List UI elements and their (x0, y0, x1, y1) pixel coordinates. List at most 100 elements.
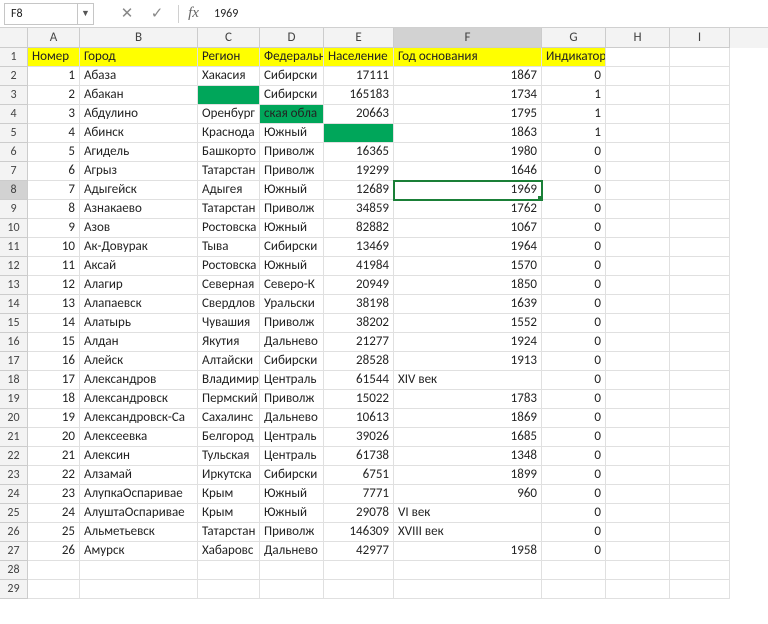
cell[interactable]: Алексеевка (80, 428, 198, 447)
cell[interactable]: 5 (28, 143, 80, 162)
cell[interactable]: 17 (28, 371, 80, 390)
cell[interactable]: Адыгея (198, 181, 260, 200)
cell[interactable]: 4 (28, 124, 80, 143)
cell[interactable]: Приволж (260, 200, 324, 219)
cell[interactable]: Абинск (80, 124, 198, 143)
cell[interactable]: 6751 (324, 466, 394, 485)
cell[interactable] (606, 428, 670, 447)
cell[interactable] (670, 238, 730, 257)
cell[interactable]: Белгород (198, 428, 260, 447)
row-header-27[interactable]: 27 (0, 542, 28, 561)
cell[interactable]: Тыва (198, 238, 260, 257)
col-header-B[interactable]: B (80, 28, 198, 48)
cell[interactable]: Александровск-Са (80, 409, 198, 428)
cell[interactable]: 10 (28, 238, 80, 257)
cell[interactable]: 15022 (324, 390, 394, 409)
cell[interactable]: 82882 (324, 219, 394, 238)
cell[interactable] (606, 466, 670, 485)
header-cell[interactable] (606, 48, 670, 67)
row-header-4[interactable]: 4 (0, 105, 28, 124)
cell[interactable] (606, 314, 670, 333)
cell[interactable]: Свердлов (198, 295, 260, 314)
cell[interactable]: 1850 (394, 276, 542, 295)
row-header-15[interactable]: 15 (0, 314, 28, 333)
cell[interactable]: 7 (28, 181, 80, 200)
cell[interactable] (606, 352, 670, 371)
cell[interactable] (606, 67, 670, 86)
cancel-formula-icon[interactable]: ✕ (118, 5, 136, 23)
cell[interactable] (670, 580, 730, 599)
cell[interactable]: 22 (28, 466, 80, 485)
cell[interactable]: 0 (542, 314, 606, 333)
cell[interactable]: Адыгейск (80, 181, 198, 200)
cell[interactable]: 0 (542, 542, 606, 561)
cell[interactable]: 0 (542, 143, 606, 162)
cell[interactable]: АлуштаОспаривае (80, 504, 198, 523)
cell[interactable]: 1639 (394, 295, 542, 314)
fx-icon[interactable]: fx (178, 5, 196, 23)
cell[interactable]: Александровск (80, 390, 198, 409)
cell[interactable]: Татарстан (198, 523, 260, 542)
cell[interactable] (324, 561, 394, 580)
cell[interactable]: 38198 (324, 295, 394, 314)
cell[interactable]: 0 (542, 523, 606, 542)
cell[interactable]: 19 (28, 409, 80, 428)
cell[interactable]: 1 (542, 86, 606, 105)
col-header-H[interactable]: H (606, 28, 670, 48)
cell[interactable]: 1 (542, 124, 606, 143)
cell[interactable]: Ак-Довурак (80, 238, 198, 257)
cell[interactable] (606, 219, 670, 238)
cell[interactable]: Амурск (80, 542, 198, 561)
row-header-29[interactable]: 29 (0, 580, 28, 599)
cell[interactable]: Уральски (260, 295, 324, 314)
row-header-10[interactable]: 10 (0, 219, 28, 238)
header-cell[interactable]: Федеральн (260, 48, 324, 67)
cell[interactable]: Альметьевск (80, 523, 198, 542)
cell[interactable]: 29078 (324, 504, 394, 523)
cell[interactable] (198, 561, 260, 580)
cell[interactable]: Пермский (198, 390, 260, 409)
cell[interactable]: Сибирски (260, 67, 324, 86)
cell[interactable]: Дальнево (260, 409, 324, 428)
header-cell[interactable]: Город (80, 48, 198, 67)
cell[interactable]: Централь (260, 371, 324, 390)
cell[interactable]: Азов (80, 219, 198, 238)
cell[interactable]: Крым (198, 485, 260, 504)
cell[interactable] (606, 333, 670, 352)
cell[interactable]: 1783 (394, 390, 542, 409)
cell[interactable] (670, 542, 730, 561)
cell[interactable] (606, 295, 670, 314)
cell[interactable]: 1762 (394, 200, 542, 219)
cell[interactable] (606, 542, 670, 561)
cell[interactable]: Южный (260, 485, 324, 504)
cell[interactable] (28, 580, 80, 599)
cell[interactable]: 42977 (324, 542, 394, 561)
cell[interactable] (670, 257, 730, 276)
cell[interactable]: 0 (542, 219, 606, 238)
header-cell[interactable]: Регион (198, 48, 260, 67)
cell[interactable]: Хабаровс (198, 542, 260, 561)
cell[interactable] (670, 181, 730, 200)
cell[interactable]: 1964 (394, 238, 542, 257)
cell[interactable]: 0 (542, 485, 606, 504)
row-header-13[interactable]: 13 (0, 276, 28, 295)
cell[interactable]: Сибирски (260, 352, 324, 371)
cell[interactable]: Дальнево (260, 542, 324, 561)
cell[interactable]: Ростовска (198, 257, 260, 276)
cell[interactable]: Агидель (80, 143, 198, 162)
cell[interactable]: Алзамай (80, 466, 198, 485)
cell[interactable]: 61544 (324, 371, 394, 390)
cell[interactable] (606, 257, 670, 276)
col-header-D[interactable]: D (260, 28, 324, 48)
cell[interactable]: XIV век (394, 371, 542, 390)
cell[interactable]: 21 (28, 447, 80, 466)
row-header-3[interactable]: 3 (0, 86, 28, 105)
cell[interactable] (670, 390, 730, 409)
cell[interactable] (670, 447, 730, 466)
row-header-2[interactable]: 2 (0, 67, 28, 86)
cell[interactable]: Крым (198, 504, 260, 523)
accept-formula-icon[interactable]: ✓ (148, 5, 166, 23)
row-header-16[interactable]: 16 (0, 333, 28, 352)
cell[interactable] (670, 561, 730, 580)
cell[interactable]: 1969 (394, 181, 542, 200)
